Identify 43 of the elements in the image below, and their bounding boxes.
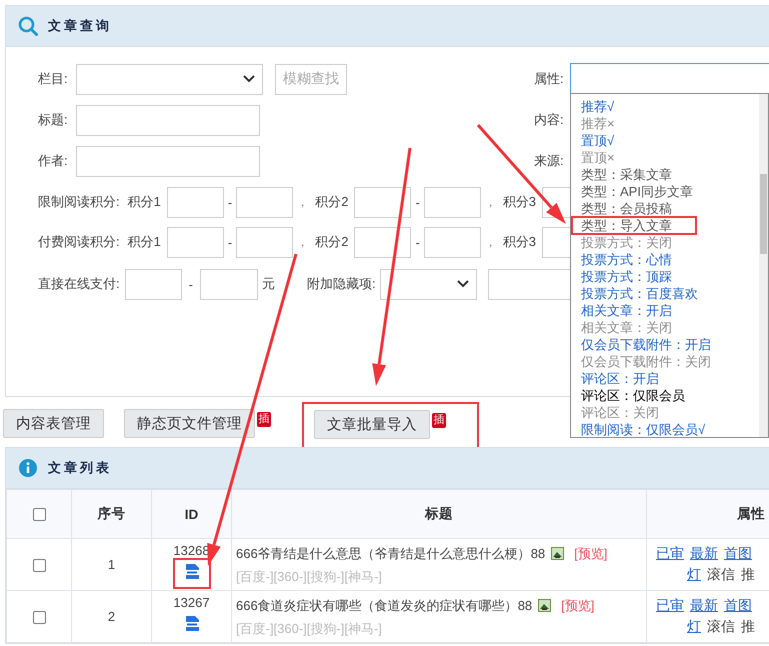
column-header: 序号	[72, 490, 152, 538]
field-label: 积分2	[315, 233, 348, 251]
field-label: 限制阅读积分:	[38, 193, 120, 211]
field-label: 来源:	[534, 152, 564, 170]
dash-separator: -	[415, 234, 420, 250]
field-label: 属性:	[534, 70, 564, 88]
comma-separator: ，	[484, 193, 497, 211]
field-label: 积分2	[315, 193, 348, 211]
plugin-badge: 插	[432, 413, 446, 428]
attribute-label: 推	[741, 566, 755, 582]
attribute-label: 滚信	[707, 618, 735, 634]
column-header: 属性	[646, 490, 769, 538]
table-cell: 13267	[173, 594, 210, 611]
field-label: 直接在线支付:	[38, 275, 120, 293]
field-label: 作者:	[38, 152, 69, 170]
comma-separator: ，	[484, 233, 497, 251]
panel-title: 文章查询	[48, 17, 112, 35]
search-engine-status: [百度-][360-][搜狗-][神马-]	[236, 620, 382, 637]
field-label: 积分3	[502, 233, 536, 251]
search-engine-status: [百度-][360-][搜狗-][神马-]	[236, 568, 382, 585]
field-label: 付费阅读积分:	[38, 233, 120, 251]
column-header: ID	[152, 490, 232, 538]
table-cell: 1	[72, 538, 152, 590]
dash-separator: -	[228, 234, 232, 250]
attribute-label: 滚信	[707, 566, 735, 582]
field-label: 内容:	[534, 111, 564, 129]
field-label: 积分1	[128, 233, 161, 251]
field-label: 标题:	[38, 111, 69, 129]
comma-separator: ，	[296, 233, 310, 251]
attribute-label: 推	[741, 618, 755, 634]
field-label: 栏目:	[38, 70, 69, 88]
dash-separator: -	[188, 276, 193, 292]
unit-label: 元	[262, 275, 276, 293]
plugin-badge: 插	[257, 412, 271, 427]
field-label: 积分3	[502, 193, 536, 211]
field-label: 附加隐藏项:	[306, 275, 376, 293]
dash-separator: -	[415, 194, 420, 210]
field-label: 积分1	[128, 193, 161, 211]
panel-title: 文章列表	[48, 459, 112, 477]
comma-separator: ，	[296, 193, 310, 211]
dash-separator: -	[228, 194, 232, 210]
table-cell: 2	[72, 590, 152, 642]
column-header: 标题	[232, 490, 646, 538]
